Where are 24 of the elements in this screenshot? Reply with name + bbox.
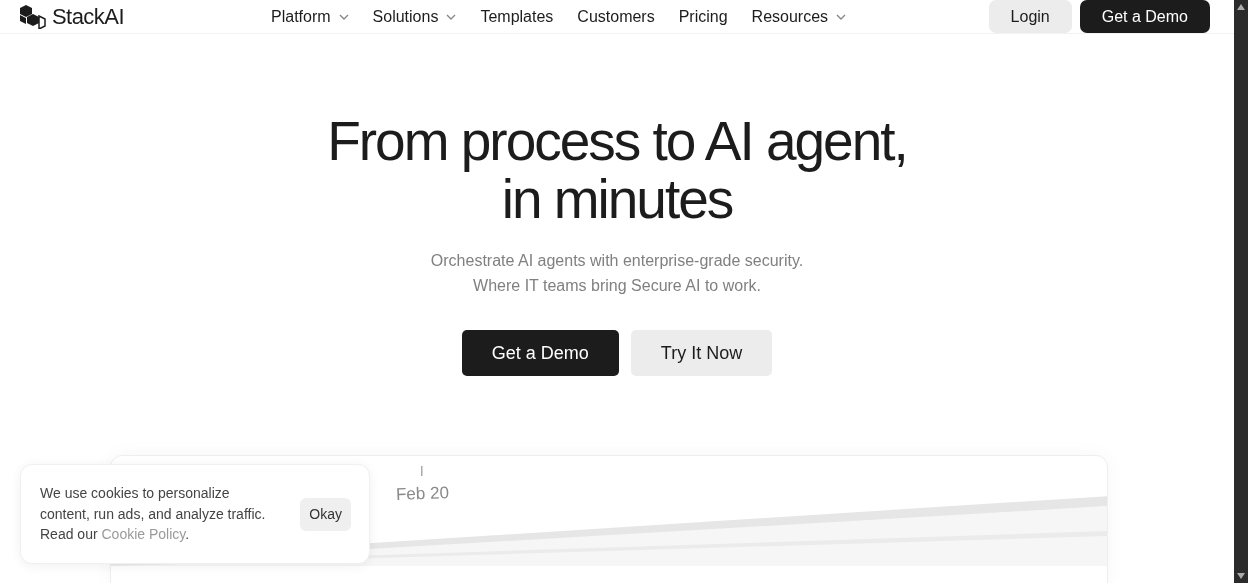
scroll-up-icon[interactable] — [1237, 4, 1245, 10]
scroll-down-icon[interactable] — [1237, 573, 1245, 579]
nav-link[interactable]: Resources — [751, 4, 847, 29]
brand-name[interactable]: StackAI — [52, 0, 124, 33]
scrollbar[interactable] — [1234, 0, 1248, 583]
tick-mark — [421, 466, 423, 476]
hero-title: From process to AI agent, in minutes — [327, 112, 907, 228]
date-label: Feb 20 — [395, 482, 450, 506]
cookie-message: We use cookies to personalize content, run ads, and analyze traffic. Read our Cookie Policy. — [40, 484, 267, 545]
hero-subtitle: Orchestrate AI agents with enterprise-grade security. Where IT teams bring Secure AI to work. — [430, 251, 804, 296]
okay-button[interactable]: Okay — [300, 497, 351, 531]
nav-link[interactable]: Platform — [271, 4, 349, 29]
nav-link[interactable]: Customers — [577, 4, 655, 29]
nav-link[interactable]: Pricing — [678, 4, 728, 29]
demo-button[interactable]: Get a Demo — [461, 330, 619, 376]
login-button[interactable]: Login — [988, 0, 1072, 33]
chevron-down-icon — [338, 13, 349, 20]
cubes-logo-icon — [19, 4, 46, 29]
chevron-down-icon — [446, 13, 457, 20]
demo-button[interactable]: Get a Demo — [1079, 0, 1210, 33]
nav-link[interactable]: Templates — [480, 4, 554, 29]
nav-link[interactable]: Solutions — [372, 4, 457, 29]
try-button[interactable]: Try It Now — [630, 330, 773, 376]
chevron-down-icon — [836, 13, 847, 20]
